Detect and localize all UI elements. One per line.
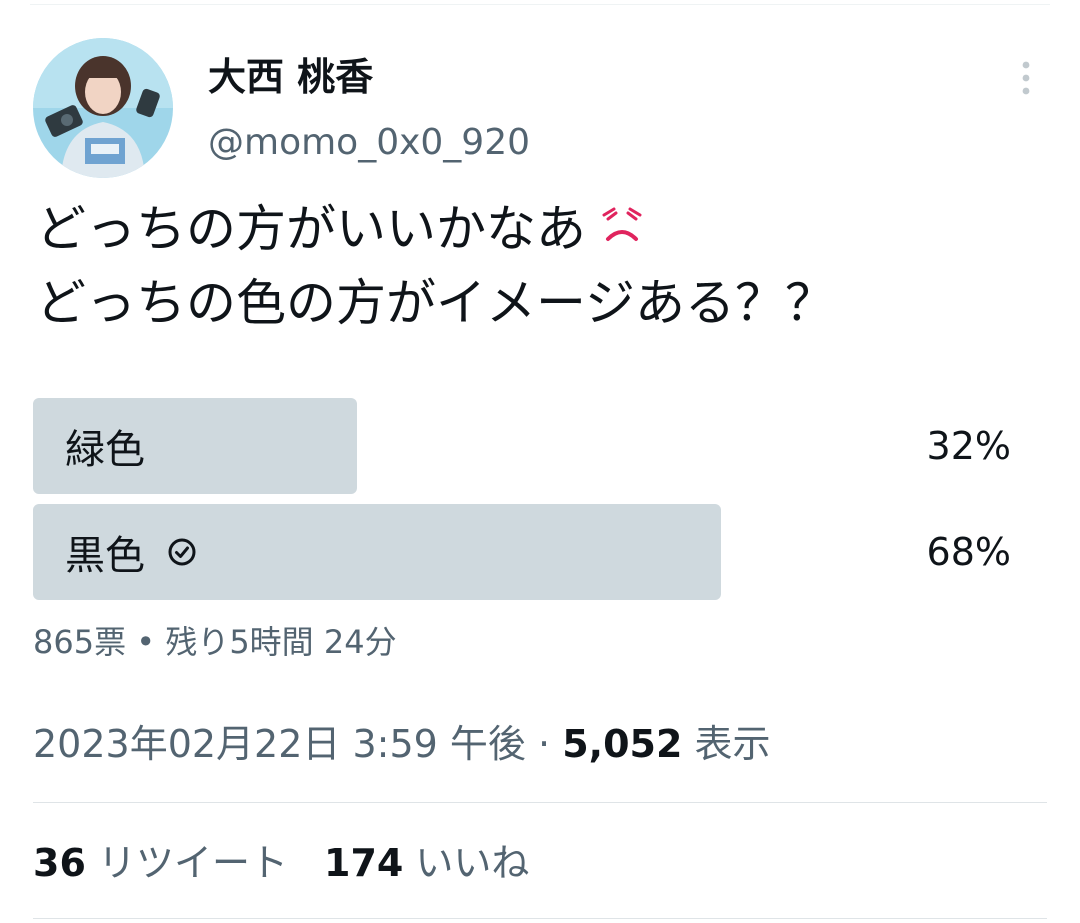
divider: [33, 918, 1047, 919]
views-label: 表示: [694, 722, 771, 766]
more-options-button[interactable]: [1004, 56, 1048, 100]
tweet-line-2: どっちの色の方がイメージある？？: [36, 274, 835, 332]
poll-option-label-text: 緑色: [65, 427, 145, 473]
author-handle[interactable]: @momo_0x0_920: [208, 120, 530, 166]
check-circle-icon: [167, 537, 197, 567]
author-display-name[interactable]: 大西 桃香: [208, 54, 373, 100]
tweet-text: どっちの方がいいかなあ どっちの色の方がイメージある？？: [36, 192, 1046, 340]
divider: [33, 802, 1047, 803]
views-count: 5,052: [562, 722, 683, 766]
poll-option-percent: 68%: [926, 530, 1011, 574]
poll-option-label: 黒色: [65, 504, 197, 600]
poll-option-green: 緑色 32%: [33, 398, 1045, 494]
tweet-line-1-text: どっちの方がいいかなあ: [36, 200, 586, 258]
avatar[interactable]: [33, 38, 173, 178]
poll-vote-count: 865票: [33, 623, 127, 661]
likes-count: 174: [324, 841, 404, 885]
retweets-count: 36: [33, 841, 86, 885]
engagement-stats: 36 リツイート 174 いいね: [33, 836, 529, 890]
poll-option-label: 緑色: [65, 398, 145, 494]
tweet-timestamp[interactable]: 2023年02月22日 3:59 午後: [33, 722, 526, 766]
poll-meta-separator: •: [136, 623, 156, 661]
top-divider: [30, 4, 1050, 5]
more-vertical-icon: [1022, 61, 1030, 95]
retweets-label: リツイート: [97, 841, 288, 885]
poll-option-label-text: 黒色: [65, 533, 145, 579]
poll-option-percent: 32%: [926, 424, 1011, 468]
poll-option-black: 黒色 68%: [33, 504, 1045, 600]
frowning-face-emoji-icon: [596, 191, 648, 265]
timestamp-separator: ·: [538, 722, 551, 766]
poll-time-remaining: 残り5時間 24分: [165, 623, 397, 661]
poll-meta: 865票 • 残り5時間 24分: [33, 620, 397, 664]
timestamp-row: 2023年02月22日 3:59 午後 · 5,052 表示: [33, 717, 771, 771]
likes-label: いいね: [415, 841, 530, 885]
likes-link[interactable]: 174 いいね: [324, 841, 529, 885]
retweets-link[interactable]: 36 リツイート: [33, 841, 288, 885]
tweet-line-1: どっちの方がいいかなあ: [36, 192, 1046, 266]
